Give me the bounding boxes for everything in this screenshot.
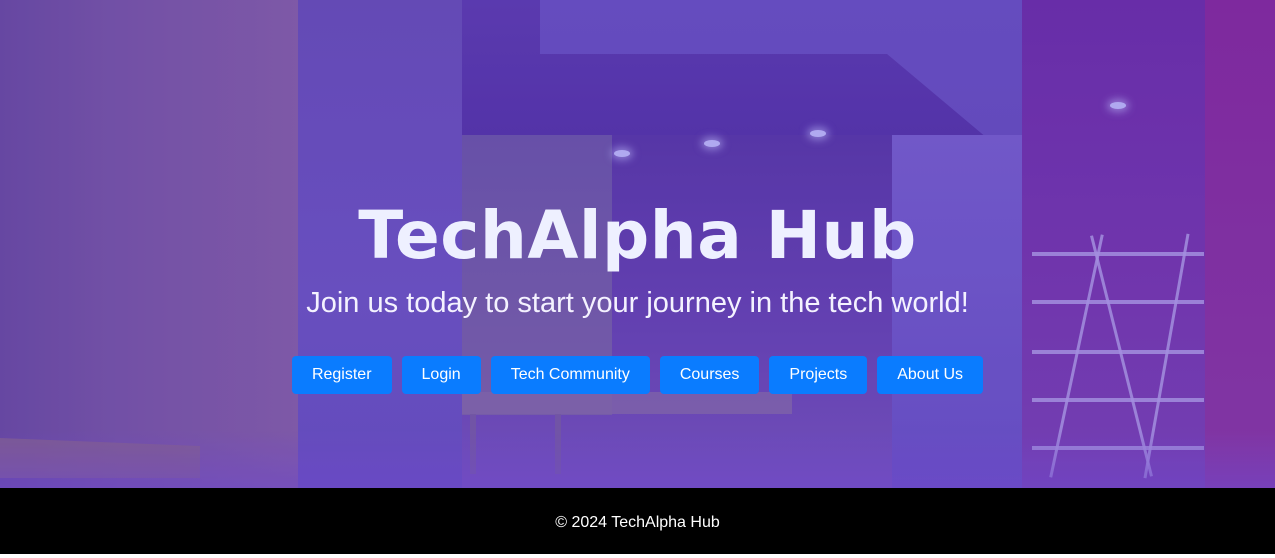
register-button[interactable]: Register <box>291 356 392 394</box>
footer: © 2024 TechAlpha Hub <box>0 488 1275 554</box>
footer-copyright: © 2024 TechAlpha Hub <box>555 514 720 531</box>
nav-button-row: Register Login Tech Community Courses Pr… <box>0 356 1275 394</box>
hero-subtitle: Join us today to start your journey in t… <box>306 287 969 319</box>
site-title: TechAlpha Hub <box>358 197 917 274</box>
about-us-button[interactable]: About Us <box>877 356 984 394</box>
login-button[interactable]: Login <box>401 356 481 394</box>
courses-button[interactable]: Courses <box>659 356 760 394</box>
hero-section: TechAlpha Hub Join us today to start you… <box>0 0 1275 488</box>
tech-community-button[interactable]: Tech Community <box>490 356 650 394</box>
hero-content: TechAlpha Hub Join us today to start you… <box>0 0 1275 488</box>
projects-button[interactable]: Projects <box>769 356 868 394</box>
